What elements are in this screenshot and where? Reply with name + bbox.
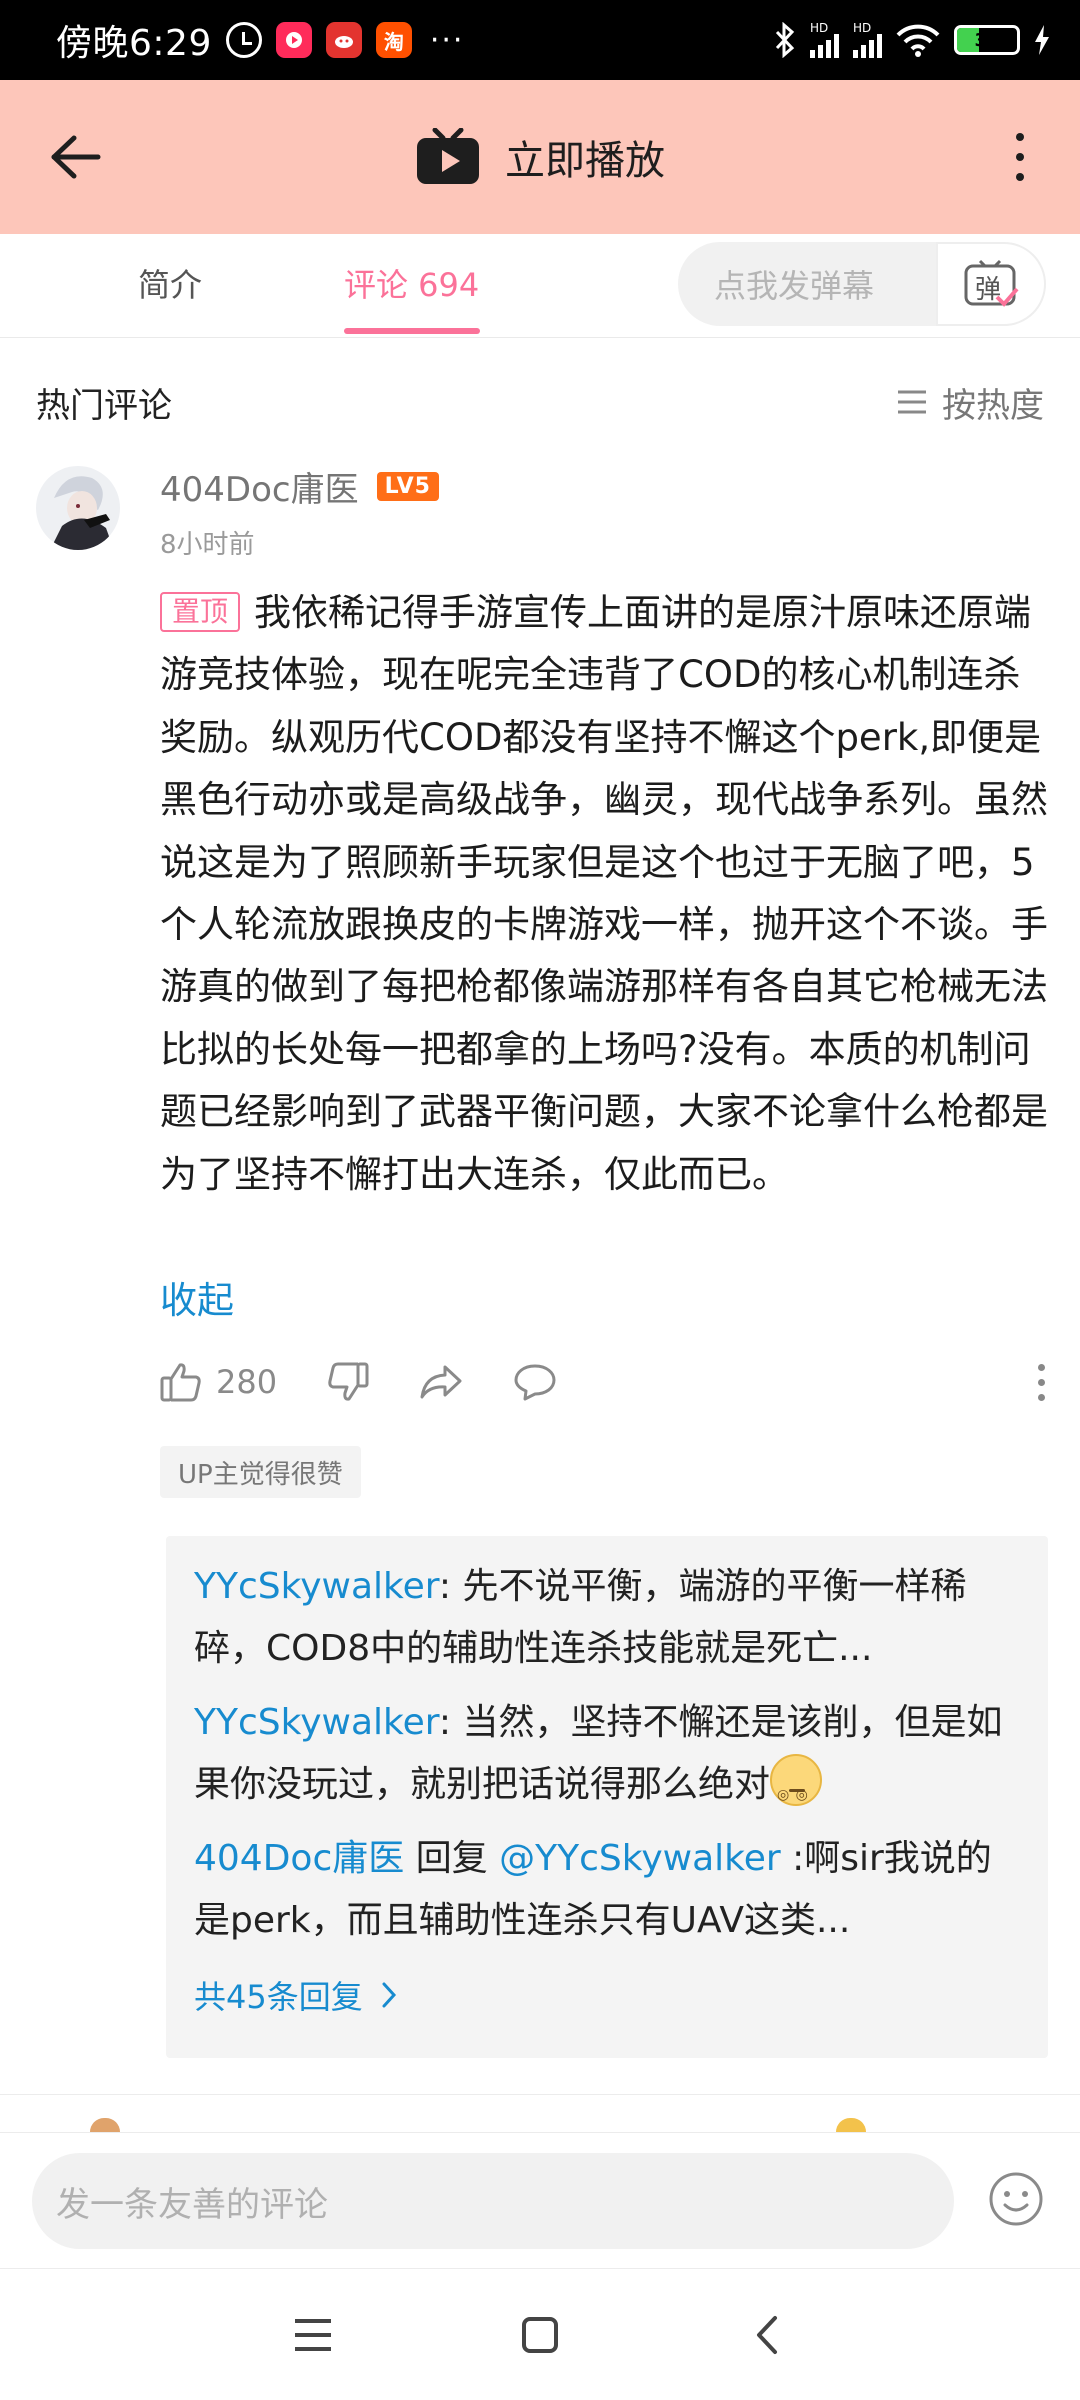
back-button[interactable] bbox=[50, 129, 106, 185]
nav-back-button[interactable] bbox=[737, 2305, 797, 2365]
smiley-icon bbox=[989, 2172, 1043, 2226]
comment-more-button[interactable] bbox=[1034, 1363, 1048, 1401]
reply-username[interactable]: YYcSkywalker bbox=[194, 1702, 439, 1743]
danmaku-icon: 弹 bbox=[963, 259, 1019, 309]
more-options-button[interactable] bbox=[1010, 129, 1030, 185]
wifi-icon bbox=[896, 24, 940, 57]
reddit-like-app-icon bbox=[325, 22, 362, 58]
thumb-up-icon bbox=[160, 1363, 201, 1402]
sort-label: 按热度 bbox=[942, 385, 1044, 426]
dislike-button[interactable] bbox=[327, 1362, 369, 1402]
reply-username[interactable]: YYcSkywalker bbox=[194, 1566, 439, 1607]
mention-link[interactable]: @YYcSkywalker bbox=[499, 1838, 781, 1879]
charging-icon bbox=[1035, 25, 1049, 55]
notification-icons: 淘 bbox=[225, 22, 412, 58]
view-all-replies-label: 共45条回复 bbox=[194, 1978, 363, 2016]
more-notifications-icon: ··· bbox=[429, 22, 465, 58]
tab-bar: 简介 评论 694 点我发弹幕 弹 bbox=[0, 234, 1080, 338]
tab-comments[interactable]: 评论 694 bbox=[344, 260, 479, 306]
arrow-left-icon bbox=[51, 135, 101, 179]
sort-button[interactable]: 按热度 bbox=[896, 378, 1044, 427]
status-time: 傍晚6:29 bbox=[56, 23, 212, 64]
nav-menu-button[interactable] bbox=[283, 2305, 343, 2365]
system-nav-bar bbox=[0, 2268, 1080, 2400]
up-liked-badge: UP主觉得很赞 bbox=[160, 1446, 361, 1498]
comment-input[interactable]: 发一条友善的评论 bbox=[32, 2153, 954, 2249]
battery-icon: 37 bbox=[954, 25, 1020, 55]
signal-2: HD bbox=[853, 22, 882, 58]
menu-icon bbox=[295, 2318, 332, 2351]
danmaku-bar: 点我发弹幕 弹 bbox=[678, 242, 1046, 326]
reply-item[interactable]: 404Doc庸医 回复 @YYcSkywalker :啊sir我说的是perk，… bbox=[194, 1828, 1020, 1952]
comment-author: 404Doc庸医 LV5 bbox=[160, 462, 439, 511]
reply-item[interactable]: YYcSkywalker: 先不说平衡，端游的平衡一样稀碎，COD8中的辅助性连… bbox=[194, 1556, 1020, 1680]
danmaku-toggle-label: 弹 bbox=[975, 275, 1002, 305]
danmaku-input[interactable]: 点我发弹幕 bbox=[678, 261, 936, 307]
network-hd-label: HD bbox=[810, 21, 829, 35]
taobao-app-icon: 淘 bbox=[375, 22, 412, 58]
video-header: 立即播放 bbox=[0, 80, 1080, 234]
chevron-left-icon bbox=[756, 2315, 777, 2354]
section-title: 热门评论 bbox=[36, 385, 172, 426]
nav-home-button[interactable] bbox=[510, 2305, 570, 2365]
comment-actions: 280 bbox=[160, 1350, 1048, 1414]
status-bar: 傍晚6:29 淘 ··· HD HD 37 bbox=[0, 0, 1080, 80]
next-emoji-peek bbox=[836, 2118, 866, 2132]
list-icon bbox=[898, 390, 926, 414]
signal-strength-icon bbox=[853, 34, 882, 58]
hot-comments-header: 热门评论 按热度 bbox=[0, 338, 1080, 466]
comment-timestamp: 8小时前 bbox=[160, 530, 255, 560]
emoji-button[interactable] bbox=[988, 2171, 1044, 2227]
reply-item[interactable]: YYcSkywalker: 当然，坚持不懈还是该削，但是如果你没玩过，就别把话说… bbox=[194, 1692, 1020, 1826]
alarm-icon bbox=[225, 22, 262, 58]
comment-content: 我依稀记得手游宣传上面讲的是原汁原味还原端游竞技体验，现在呢完全违背了COD的核… bbox=[160, 591, 1048, 1196]
level-badge: LV5 bbox=[376, 472, 439, 501]
replies-preview[interactable]: YYcSkywalker: 先不说平衡，端游的平衡一样稀碎，COD8中的辅助性连… bbox=[166, 1536, 1048, 2058]
comment-composer: 发一条友善的评论 bbox=[0, 2132, 1080, 2268]
like-button[interactable]: 280 bbox=[160, 1362, 277, 1402]
thumb-down-icon bbox=[328, 1362, 369, 1401]
system-icons: HD HD 37 bbox=[774, 22, 1050, 58]
next-avatar-peek bbox=[90, 2118, 120, 2132]
username[interactable]: 404Doc庸医 bbox=[160, 462, 359, 511]
play-now-button[interactable]: 立即播放 bbox=[415, 128, 665, 186]
tab-intro[interactable]: 简介 bbox=[138, 260, 202, 306]
tv-icon bbox=[417, 128, 479, 184]
signal-1: HD bbox=[810, 22, 839, 58]
play-now-label: 立即播放 bbox=[505, 138, 665, 184]
chevron-right-icon bbox=[382, 1982, 396, 2008]
reply-button[interactable] bbox=[513, 1363, 557, 1401]
network-hd-label: HD bbox=[853, 21, 872, 35]
collapse-link[interactable]: 收起 bbox=[160, 1270, 234, 1324]
bluetooth-icon bbox=[775, 22, 795, 58]
like-count: 280 bbox=[216, 1363, 278, 1401]
active-tab-indicator bbox=[344, 328, 480, 334]
signal-strength-icon bbox=[810, 34, 839, 58]
confused-emoji-icon bbox=[770, 1754, 823, 1826]
danmaku-toggle-button[interactable]: 弹 bbox=[936, 242, 1046, 326]
battery-level: 37 bbox=[974, 29, 1000, 51]
view-all-replies-link[interactable]: 共45条回复 bbox=[194, 1972, 1020, 2018]
share-icon bbox=[420, 1365, 462, 1399]
share-button[interactable] bbox=[419, 1364, 463, 1400]
pinned-tag: 置顶 bbox=[160, 592, 241, 632]
comment-divider bbox=[0, 2094, 1080, 2095]
avatar[interactable] bbox=[36, 466, 120, 550]
comment-text: 置顶 我依稀记得手游宣传上面讲的是原汁原味还原端游竞技体验，现在呢完全违背了COD… bbox=[160, 582, 1048, 1206]
reply-keyword: 回复 bbox=[404, 1838, 500, 1879]
reply-username[interactable]: 404Doc庸医 bbox=[194, 1838, 404, 1879]
chat-bubble-icon bbox=[514, 1364, 556, 1401]
music-app-icon bbox=[275, 22, 312, 58]
home-square-icon bbox=[521, 2316, 558, 2353]
